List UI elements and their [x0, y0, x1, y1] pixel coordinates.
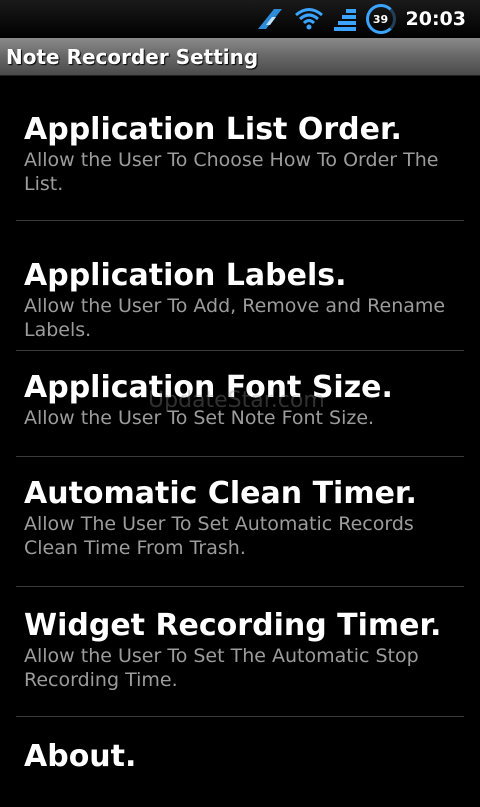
- title-bar: Note Recorder Setting: [0, 38, 480, 76]
- wifi-icon: [294, 7, 324, 31]
- setting-about[interactable]: About.: [16, 717, 464, 807]
- setting-summary: Allow the User To Set The Automatic Stop…: [24, 645, 419, 691]
- watermark: UpdateStar.com: [148, 388, 325, 413]
- setting-application-labels[interactable]: Application Labels. Allow the User To Ad…: [16, 221, 464, 351]
- signal-icon: [332, 5, 358, 33]
- setting-title: Widget Recording Timer.: [24, 608, 442, 643]
- setting-title: Automatic Clean Timer.: [24, 476, 417, 511]
- setting-widget-recording-timer[interactable]: Widget Recording Timer. Allow the User T…: [16, 587, 464, 717]
- setting-summary: Allow the User To Add, Remove and Rename…: [24, 295, 446, 341]
- setting-application-list-order[interactable]: Application List Order. Allow the User T…: [16, 76, 464, 221]
- setting-summary: Allow the User To Choose How To Order Th…: [24, 149, 439, 195]
- settings-list: Application List Order. Allow the User T…: [0, 76, 480, 807]
- clock: 20:03: [405, 8, 466, 30]
- setting-summary: Allow The User To Set Automatic Records …: [24, 513, 414, 559]
- page-title: Note Recorder Setting: [6, 44, 259, 69]
- usb-debug-icon: [254, 5, 286, 33]
- setting-title: Application Labels.: [24, 258, 347, 293]
- status-bar: 39 20:03: [0, 0, 480, 38]
- battery-level: 39: [372, 12, 389, 26]
- setting-title: Application List Order.: [24, 112, 402, 147]
- setting-title: About.: [24, 739, 137, 774]
- setting-automatic-clean-timer[interactable]: Automatic Clean Timer. Allow The User To…: [16, 457, 464, 587]
- battery-icon: 39: [365, 4, 396, 34]
